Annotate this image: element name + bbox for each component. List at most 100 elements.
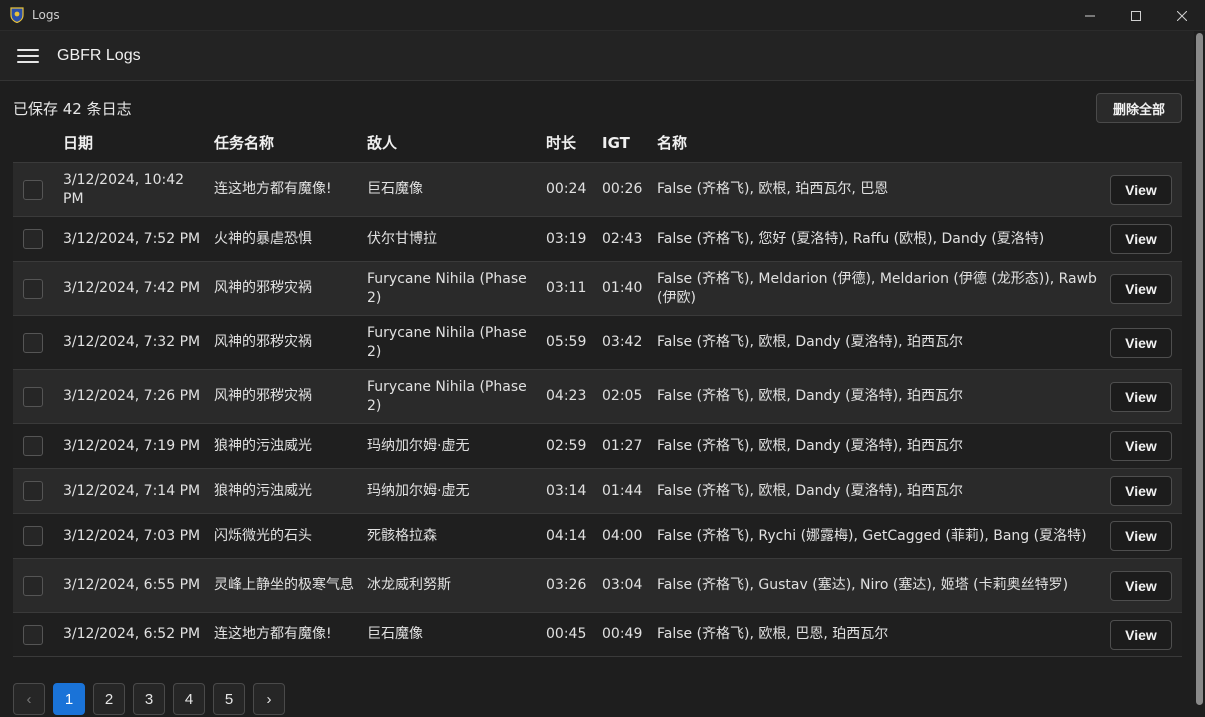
row-date: 3/12/2024, 7:26 PM [63,388,201,404]
row-duration: 03:14 [546,482,587,499]
column-header-igt[interactable]: IGT [602,126,630,162]
row-date: 3/12/2024, 7:32 PM [63,334,201,350]
row-select-checkbox[interactable] [23,624,43,645]
row-quest: 狼神的污浊威光 [214,437,312,454]
view-log-button[interactable]: View [1110,521,1172,551]
view-log-button[interactable]: View [1110,619,1172,650]
row-select-checkbox[interactable] [23,229,43,249]
row-igt: 02:43 [602,230,643,247]
window-title: Logs [32,8,60,22]
page-button-4[interactable]: 4 [173,683,205,715]
table-row: 3/12/2024, 7:52 PM 火神的暴虐恐惧 伏尔甘博拉 03:19 02:43… [13,216,1182,261]
view-log-button[interactable]: View [1110,476,1172,506]
prev-page-button[interactable]: ‹ [13,683,45,715]
row-enemy: Furycane Nihila (Phase 2) [367,378,527,414]
view-log-button[interactable]: View [1110,174,1172,205]
row-party-names: False (齐格飞), 欧根, Dandy (夏洛特), 珀西瓦尔 [657,334,963,350]
row-quest: 火神的暴虐恐惧 [214,230,312,247]
column-header-date[interactable]: 日期 [63,126,93,162]
row-select-checkbox[interactable] [23,526,43,546]
row-select-checkbox[interactable] [23,481,43,501]
row-select-checkbox[interactable] [23,332,43,353]
row-enemy: 巨石魔像 [367,181,423,197]
row-duration: 00:24 [546,181,587,197]
row-select-checkbox[interactable] [23,179,43,200]
row-party-names: False (齐格飞), 欧根, Dandy (夏洛特), 珀西瓦尔 [657,482,963,499]
row-party-names: False (齐格飞), 您好 (夏洛特), Raffu (欧根), Dandy… [657,230,1045,247]
row-enemy: 伏尔甘博拉 [367,230,437,247]
row-date: 3/12/2024, 7:03 PM [63,527,201,544]
row-igt: 03:42 [602,334,643,350]
minimize-icon [1085,15,1095,16]
row-duration: 00:45 [546,626,587,642]
row-igt: 02:05 [602,388,643,404]
row-duration: 04:23 [546,388,587,404]
delete-all-button[interactable]: 删除全部 [1096,93,1182,123]
close-icon [1177,10,1187,21]
row-select-checkbox[interactable] [23,386,43,407]
view-log-button[interactable]: View [1110,381,1172,412]
close-button[interactable] [1159,0,1205,31]
row-select-checkbox[interactable] [23,575,43,596]
vertical-scrollbar[interactable] [1194,31,1205,717]
row-duration: 03:26 [546,577,587,593]
row-enemy: 玛纳加尔姆·虚无 [367,482,470,499]
row-quest: 风神的邪秽灾祸 [214,388,312,404]
minimize-button[interactable] [1067,0,1113,31]
row-date: 3/12/2024, 7:19 PM [63,437,201,454]
next-page-button[interactable]: › [253,683,285,715]
row-duration: 03:11 [546,280,587,296]
table-row: 3/12/2024, 7:42 PM 风神的邪秽灾祸 Furycane Nihila… [13,261,1182,315]
row-party-names: False (齐格飞), 欧根, Dandy (夏洛特), 珀西瓦尔 [657,437,963,454]
page-button-3[interactable]: 3 [133,683,165,715]
logs-table-body: 3/12/2024, 10:42 PM 连这地方都有魔像! 巨石魔像 00:24 00:… [13,162,1182,657]
column-header-enemy[interactable]: 敌人 [367,126,397,162]
window-titlebar: Logs [0,0,1205,31]
table-row: 3/12/2024, 7:32 PM 风神的邪秽灾祸 Furycane Nihila… [13,315,1182,369]
table-row: 3/12/2024, 7:26 PM 风神的邪秽灾祸 Furycane Nihila… [13,369,1182,423]
row-enemy: 玛纳加尔姆·虚无 [367,437,470,454]
table-row: 3/12/2024, 6:55 PM 灵峰上静坐的极寒气息 冰龙威利努斯 03:26 0… [13,558,1182,612]
view-log-button[interactable]: View [1110,224,1172,254]
row-enemy: 冰龙威利努斯 [367,577,451,593]
row-duration: 04:14 [546,527,587,544]
row-party-names: False (齐格飞), Gustav (塞达), Niro (塞达), 姬塔 … [657,577,1069,593]
maximize-button[interactable] [1113,0,1159,31]
table-header: 日期 任务名称 敌人 时长 IGT 名称 [13,126,1182,162]
row-select-checkbox[interactable] [23,436,43,456]
row-duration: 05:59 [546,334,587,350]
row-date: 3/12/2024, 6:55 PM [63,577,201,593]
row-igt: 01:40 [602,280,643,296]
scrollbar-thumb[interactable] [1196,33,1203,705]
view-log-button[interactable]: View [1110,431,1172,461]
row-igt: 01:44 [602,482,643,499]
column-header-quest[interactable]: 任务名称 [214,126,274,162]
column-header-name[interactable]: 名称 [657,126,687,162]
row-party-names: False (齐格飞), 欧根, 珀西瓦尔, 巴恩 [657,181,889,197]
page-button-1[interactable]: 1 [53,683,85,715]
row-party-names: False (齐格飞), 欧根, Dandy (夏洛特), 珀西瓦尔 [657,388,963,404]
row-quest: 连这地方都有魔像! [214,626,332,642]
logs-content: 已保存 42 条日志 删除全部 日期 任务名称 敌人 时长 IGT 名称 3/1… [0,82,1194,717]
row-quest: 灵峰上静坐的极寒气息 [214,577,354,593]
column-header-duration[interactable]: 时长 [546,126,576,162]
hamburger-menu-icon[interactable] [17,48,39,64]
app-bar: GBFR Logs [0,31,1194,81]
view-log-button[interactable]: View [1110,570,1172,601]
page-button-2[interactable]: 2 [93,683,125,715]
table-row: 3/12/2024, 6:52 PM 连这地方都有魔像! 巨石魔像 00:45 00:4… [13,612,1182,657]
row-date: 3/12/2024, 10:42 PM [63,171,185,207]
table-row: 3/12/2024, 7:03 PM 闪烁微光的石头 死骸格拉森 04:14 04:00… [13,513,1182,558]
row-select-checkbox[interactable] [23,278,43,299]
row-enemy: Furycane Nihila (Phase 2) [367,270,527,306]
row-date: 3/12/2024, 7:14 PM [63,482,201,499]
row-party-names: False (齐格飞), Rychi (娜露梅), GetCagged (菲莉)… [657,527,1087,544]
row-date: 3/12/2024, 7:52 PM [63,230,201,247]
row-date: 3/12/2024, 7:42 PM [63,280,201,296]
page-button-5[interactable]: 5 [213,683,245,715]
app-title: GBFR Logs [57,46,141,64]
row-quest: 闪烁微光的石头 [214,527,312,544]
row-quest: 狼神的污浊威光 [214,482,312,499]
view-log-button[interactable]: View [1110,327,1172,358]
view-log-button[interactable]: View [1110,273,1172,304]
